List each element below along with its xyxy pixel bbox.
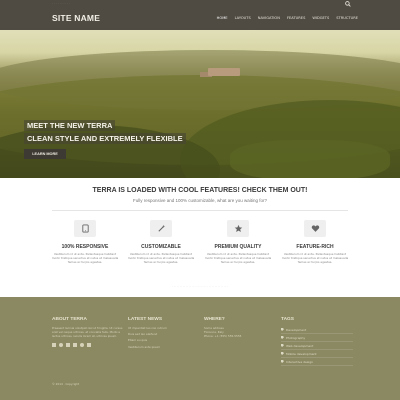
copyright-text: © 2014 · Copyright: [52, 382, 80, 386]
tag-item[interactable]: Web development: [281, 342, 353, 350]
phone-line: Phone: +1 (555) 555-5555: [204, 334, 242, 339]
facebook-icon[interactable]: [52, 342, 56, 347]
features-subheading: Fully responsive and 100% customizable, …: [132, 198, 268, 203]
feature-card: 100% RESPONSIVE Vestibulum id ut ante. P…: [50, 220, 120, 264]
heart-icon: [311, 225, 319, 232]
tablet-icon: [81, 224, 89, 233]
feature-icon-box: [227, 220, 249, 237]
twitter-icon[interactable]: [59, 342, 63, 347]
rss-icon[interactable]: [66, 342, 70, 347]
tag-label: Mobile development: [286, 351, 317, 356]
tag-icon: [281, 336, 284, 339]
tag-label: Web development: [286, 343, 314, 348]
fine-print-text: · · · · · · · · · · · · · · · · · · · · …: [172, 285, 228, 288]
hero-trees: [230, 140, 390, 178]
footer-about: ABOUT TERRA Praesent lacinia volutpat ni…: [52, 317, 124, 347]
hero-title-line1: MEET THE NEW TERRA: [24, 120, 116, 131]
feature-text: Vestibulum id ut ante. Pellentesque habi…: [51, 252, 119, 264]
footer-about-heading: ABOUT TERRA: [52, 317, 87, 322]
news-item[interactable]: Etiam eu quis: [128, 338, 200, 342]
footer-tags: TAGS Development Photography Web develop…: [281, 317, 353, 366]
site-logo[interactable]: SITE NAME: [52, 13, 100, 23]
tag-icon: [281, 360, 284, 363]
tag-icon: [281, 344, 284, 347]
feature-icon-box: [150, 220, 172, 237]
star-icon: [234, 224, 242, 233]
feature-card: FEATURE-RICH Vestibulum id ut ante. Pell…: [280, 220, 350, 264]
footer-where: WHERE? Some address Florence, Italy Phon…: [204, 317, 276, 339]
nav-item-home[interactable]: Home: [217, 16, 228, 20]
search-icon: [345, 1, 351, 7]
news-item[interactable]: Vestibulum ante ipsum: [128, 345, 200, 349]
tag-item[interactable]: Mobile development: [281, 350, 353, 358]
learn-more-button[interactable]: LEARN MORE: [24, 149, 66, 159]
social-links: [52, 342, 124, 347]
nav-item-widgets[interactable]: Widgets: [312, 16, 329, 20]
news-item[interactable]: Ut imperdiet leo nisi rutrum: [128, 326, 200, 330]
youtube-icon[interactable]: [80, 342, 84, 347]
feature-card: PREMIUM QUALITY Vestibulum id ut ante. P…: [203, 220, 273, 264]
tag-label: Photography: [286, 335, 306, 340]
magic-wand-icon: [157, 224, 165, 232]
tag-item[interactable]: Development: [281, 326, 353, 334]
site-footer: ABOUT TERRA Praesent lacinia volutpat ni…: [0, 297, 400, 400]
footer-about-text: Praesent lacinia volutpat nisl ut fringi…: [52, 326, 123, 339]
feature-title: 100% RESPONSIVE: [61, 244, 109, 250]
news-item[interactable]: Duis sed leo eleifend: [128, 332, 200, 336]
section-divider: [52, 210, 348, 211]
features-heading: TERRA IS LOADED WITH COOL FEATURES! CHEC…: [92, 187, 308, 194]
googleplus-icon[interactable]: [87, 342, 91, 347]
site-header: SITE NAME Home Layouts Navigation Featur…: [0, 6, 400, 30]
top-utility-text: · · · · · · · · · ·: [52, 1, 71, 5]
feature-title: PREMIUM QUALITY: [214, 244, 262, 250]
nav-item-navigation[interactable]: Navigation: [258, 16, 280, 20]
nav-item-features[interactable]: Features: [287, 16, 305, 20]
footer-where-heading: WHERE?: [204, 317, 225, 322]
search-button[interactable]: [344, 1, 352, 7]
feature-icon-box: [304, 220, 326, 237]
tag-icon: [281, 352, 284, 355]
nav-item-structure[interactable]: Structure: [336, 16, 358, 20]
main-nav: Home Layouts Navigation Features Widgets…: [217, 16, 358, 20]
feature-icon-box: [74, 220, 96, 237]
nav-item-layouts[interactable]: Layouts: [235, 16, 251, 20]
footer-news-heading: LATEST NEWS: [128, 317, 163, 322]
footer-news: LATEST NEWS Ut imperdiet leo nisi rutrum…: [128, 317, 200, 349]
tag-item[interactable]: Interactive design: [281, 358, 353, 366]
feature-text: Vestibulum id ut ante. Pellentesque habi…: [281, 252, 349, 264]
hero-title-line2: CLEAN STYLE AND EXTREMELY FLEXIBLE: [24, 133, 186, 144]
footer-tags-heading: TAGS: [281, 317, 294, 322]
feature-text: Vestibulum id ut ante. Pellentesque habi…: [204, 252, 272, 264]
hero-banner: MEET THE NEW TERRA CLEAN STYLE AND EXTRE…: [0, 30, 400, 178]
feature-text: Vestibulum id ut ante. Pellentesque habi…: [127, 252, 195, 264]
feature-title: FEATURE-RICH: [296, 244, 334, 250]
tag-label: Development: [286, 327, 307, 332]
feature-title: CUSTOMIZABLE: [141, 244, 181, 250]
tag-label: Interactive design: [286, 359, 314, 364]
feature-card: CUSTOMIZABLE Vestibulum id ut ante. Pell…: [126, 220, 196, 264]
linkedin-icon[interactable]: [73, 342, 77, 347]
tag-item[interactable]: Photography: [281, 334, 353, 342]
tag-icon: [281, 328, 284, 331]
hero-farmhouse: [208, 68, 240, 76]
